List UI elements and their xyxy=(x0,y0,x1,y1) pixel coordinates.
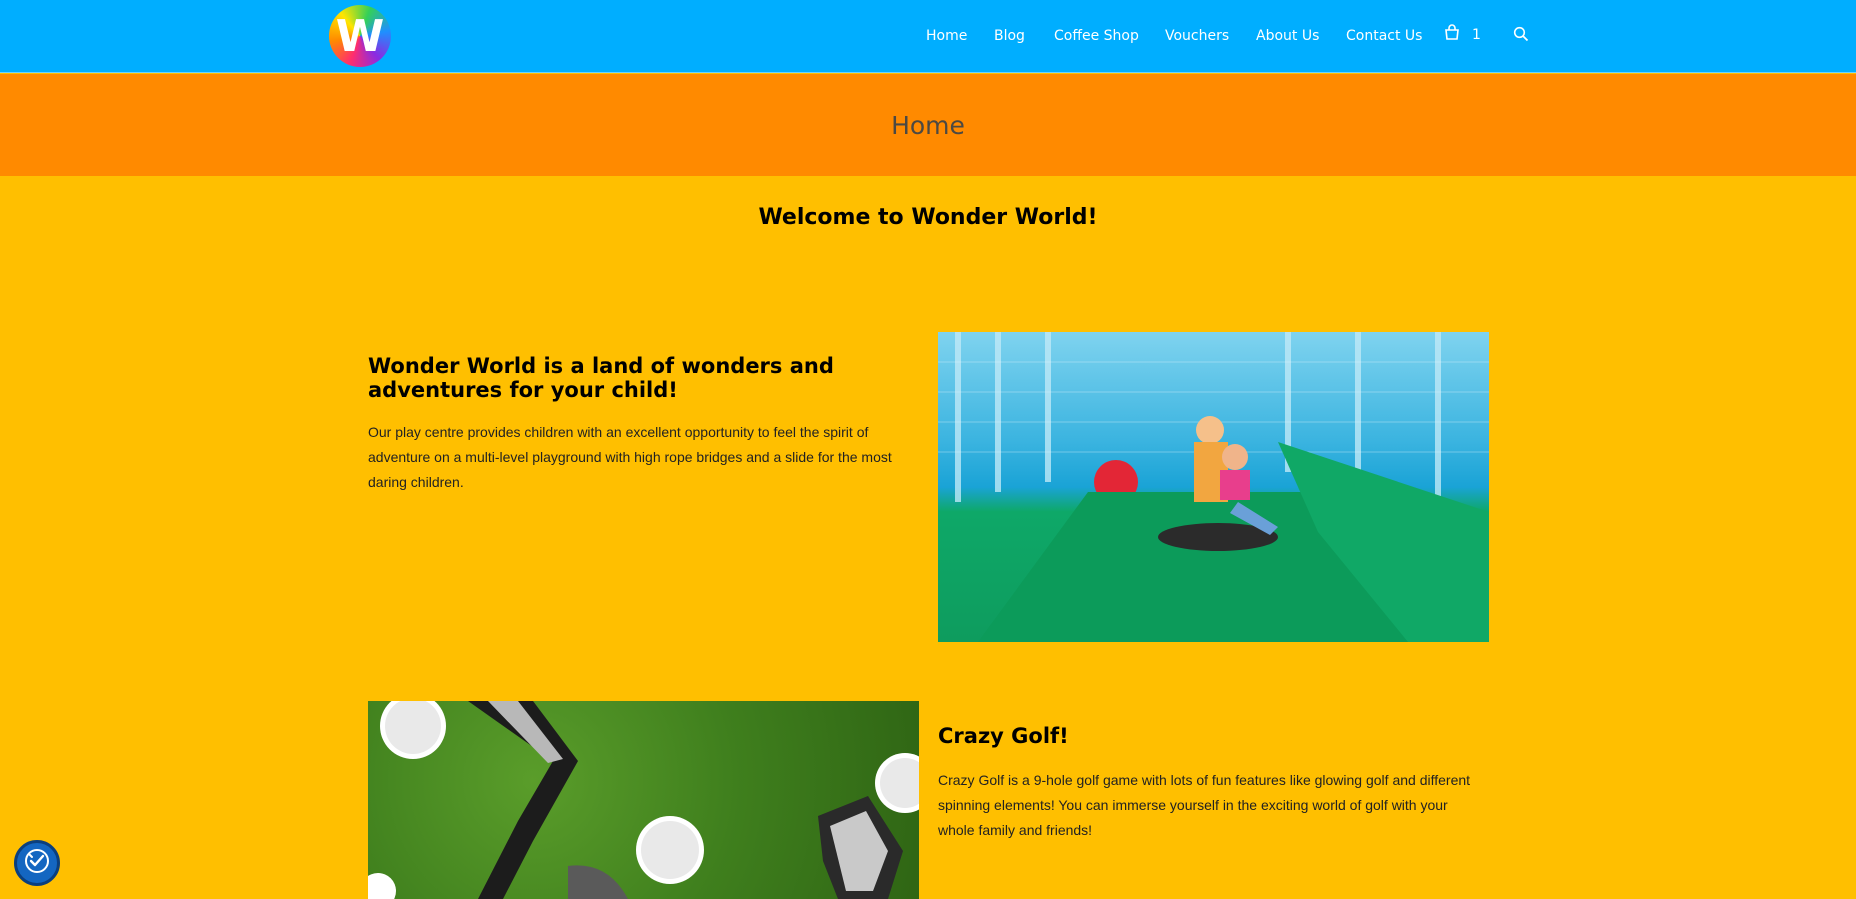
shopping-bag-icon xyxy=(1444,24,1460,45)
site-logo[interactable]: W xyxy=(329,5,391,67)
golf-balls-and-clubs-photo xyxy=(368,701,919,899)
nav-item-contact-us[interactable]: Contact Us xyxy=(1346,0,1422,72)
nav-label: About Us xyxy=(1256,28,1320,44)
site-header: W Home Blog Coffee Shop Vouchers About U… xyxy=(0,0,1856,73)
nav-label: Blog xyxy=(994,28,1025,44)
kids-on-slide-photo xyxy=(938,332,1489,642)
section-heading-crazy-golf: Crazy Golf! xyxy=(938,724,1069,748)
slide-illustration xyxy=(938,332,1489,642)
golf-illustration xyxy=(368,701,919,899)
nav-label: Home xyxy=(926,28,968,44)
page-title-banner: Home xyxy=(0,74,1856,176)
nav-item-vouchers[interactable]: Vouchers xyxy=(1165,0,1229,72)
search-button[interactable] xyxy=(1513,26,1529,47)
section-text-crazy-golf: Crazy Golf is a 9-hole golf game with lo… xyxy=(938,772,1471,838)
nav-item-coffee-shop[interactable]: Coffee Shop xyxy=(1054,0,1139,72)
cart-count: 1 xyxy=(1472,26,1481,43)
accessibility-check-icon xyxy=(23,847,51,880)
nav-label: Contact Us xyxy=(1346,28,1423,44)
nav-item-blog[interactable]: Blog xyxy=(994,0,1025,72)
accessibility-button[interactable] xyxy=(14,840,60,886)
logo-letter: W xyxy=(335,11,385,62)
nav-item-about-us[interactable]: About Us xyxy=(1256,0,1319,72)
nav-label: Coffee Shop xyxy=(1054,28,1139,44)
section-heading-wonder-world: Wonder World is a land of wonders and ad… xyxy=(368,354,834,402)
welcome-heading: Welcome to Wonder World! xyxy=(758,205,1098,230)
cart-button[interactable]: 1 xyxy=(1444,24,1481,45)
page-title: Home xyxy=(891,110,965,140)
nav-item-home[interactable]: Home xyxy=(926,0,967,72)
section-text-wonder-world: Our play centre provides children with a… xyxy=(368,424,892,490)
search-icon xyxy=(1513,26,1529,46)
nav-label: Vouchers xyxy=(1165,28,1230,44)
